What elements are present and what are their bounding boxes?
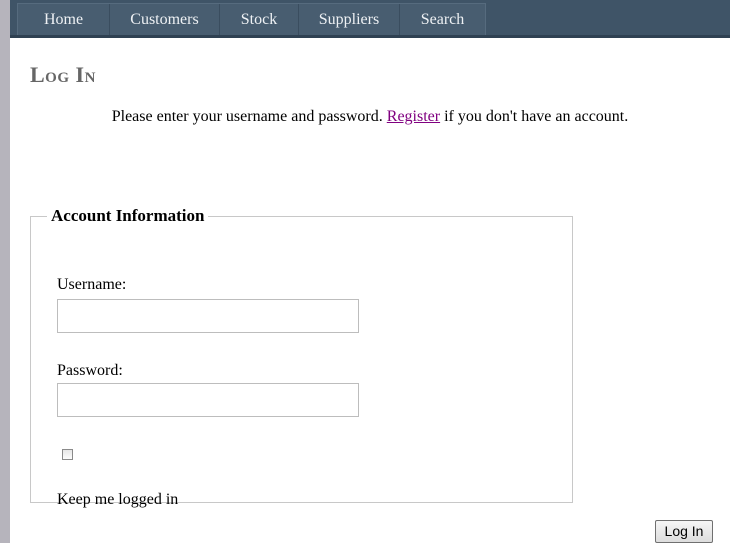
register-link[interactable]: Register [387, 108, 440, 125]
navigation-bar: Home Customers Stock Suppliers Search [10, 0, 730, 38]
menu-item-home[interactable]: Home [18, 4, 110, 36]
menu-item-search[interactable]: Search [400, 4, 485, 36]
keep-logged-in-checkbox[interactable] [62, 449, 73, 460]
intro-text-before: Please enter your username and password. [111, 108, 387, 125]
account-information-legend: Account Information [51, 206, 205, 225]
page: Home Customers Stock Suppliers Search Lo… [10, 0, 730, 543]
window-left-edge [0, 0, 10, 543]
keep-logged-in-label: Keep me logged in [57, 491, 179, 508]
log-in-button[interactable]: Log In [655, 520, 713, 543]
password-input[interactable] [57, 383, 359, 417]
menu-item-suppliers[interactable]: Suppliers [299, 4, 400, 36]
account-information-fieldset: Account Information Username: Password: … [30, 206, 573, 508]
menu-item-customers[interactable]: Customers [110, 4, 220, 36]
menu-item-stock[interactable]: Stock [220, 4, 299, 36]
username-label: Username: [57, 276, 127, 293]
main-menu: Home Customers Stock Suppliers Search [17, 3, 486, 37]
intro-text: Please enter your username and password.… [10, 108, 730, 126]
page-title: Log In [30, 62, 96, 87]
intro-text-after: if you don't have an account. [440, 108, 629, 125]
password-label: Password: [57, 362, 123, 379]
username-input[interactable] [57, 299, 359, 333]
